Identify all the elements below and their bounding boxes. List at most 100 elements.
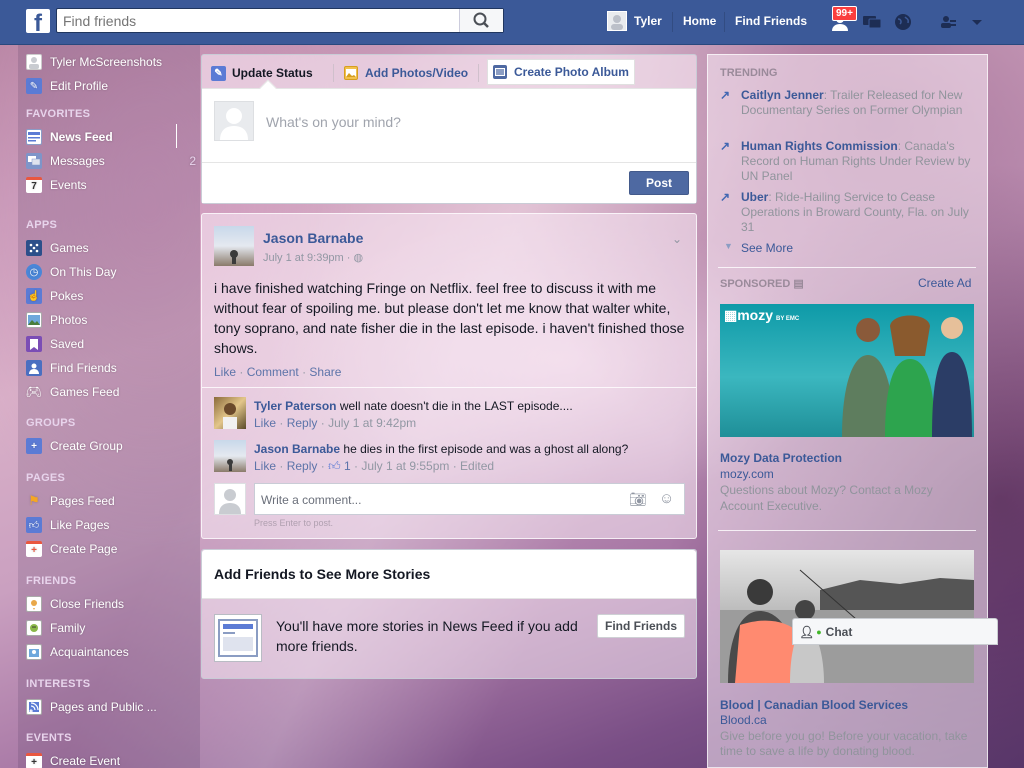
home-link[interactable]: Home [683,14,716,28]
sidebar-edit-profile[interactable]: ✎ Edit Profile [26,77,108,95]
sidebar-item-like-pages[interactable]: 👍︎ Like Pages [26,516,109,534]
composer-tab-create-album[interactable]: Create Photo Album [487,59,635,85]
messages-icon[interactable] [861,11,883,33]
chevron-down-icon: ▼ [724,241,733,251]
sidebar-item-messages[interactable]: Messages 2 [26,152,196,170]
sidebar-item-label: Pokes [50,289,84,303]
sidebar-item-close-friends[interactable]: Close Friends [26,595,124,613]
close-friends-icon [26,596,42,612]
sidebar-item-pages-feed[interactable]: ⚑ Pages Feed [26,492,115,510]
sidebar-item-on-this-day[interactable]: ◷ On This Day [26,263,116,281]
comment-button[interactable]: Comment [247,365,299,379]
sidebar-item-find-friends[interactable]: Find Friends [26,359,117,377]
trending-topic[interactable]: Uber [741,190,768,204]
trending-item[interactable]: ↗ Human Rights Commission: Canada's Reco… [720,139,980,184]
trending-arrow-icon: ↗ [720,139,731,153]
sidebar-item-create-event[interactable]: + Create Event [26,752,120,768]
search-button[interactable] [459,9,503,32]
comment-avatar[interactable] [214,397,246,429]
comment-like-count[interactable]: 1 [344,459,351,473]
sidebar-item-family[interactable]: Family [26,619,85,637]
create-ad-link[interactable]: Create Ad [918,276,971,290]
post-author-avatar[interactable] [214,226,254,266]
trending-topic[interactable]: Human Rights Commission [741,139,898,153]
events-heading: EVENTS [26,732,72,744]
comment-reply-button[interactable]: Reply [287,416,318,430]
pencil-icon: ✎ [26,78,42,94]
search-box [56,8,504,33]
like-button[interactable]: Like [214,365,236,379]
post-author-name[interactable]: Jason Barnabe [263,230,363,246]
comment-avatar[interactable] [214,440,246,472]
find-friends-button[interactable]: Find Friends [597,614,685,638]
trending-item[interactable]: ↗ Uber: Ride-Hailing Service to Cease Op… [720,190,980,235]
sidebar-item-acquaintances[interactable]: Acquaintances [26,643,129,661]
share-button[interactable]: Share [309,365,341,379]
comment-author[interactable]: Tyler Paterson [254,399,336,413]
comment-body: Tyler Paterson well nate doesn't die in … [254,399,684,413]
sidebar-item-pokes[interactable]: ☝ Pokes [26,287,83,305]
sidebar-item-label: Saved [50,337,85,351]
composer-tab-update-status[interactable]: ✎ Update Status [211,60,313,86]
comment-timestamp[interactable]: · July 1 at 9:42pm [321,416,416,430]
comment-like-button[interactable]: Like [254,416,276,430]
sidebar-item-create-group[interactable]: + Create Group [26,437,123,455]
sidebar-item-events[interactable]: 7 Events [26,176,87,194]
sidebar-item-photos[interactable]: Photos [26,311,87,329]
ad-title[interactable]: Blood | Canadian Blood Services [720,698,980,712]
sidebar-item-pages-public[interactable]: Pages and Public ... [26,698,157,716]
sidebar-item-saved[interactable]: Saved [26,335,84,353]
ad-image-blood[interactable] [720,550,974,683]
profile-avatar-icon [26,54,42,70]
comment-actions: Like · Reply · July 1 at 9:42pm [254,416,417,430]
family-icon [26,620,42,636]
sidebar-profile[interactable]: Tyler McScreenshots [26,53,162,71]
privacy-shortcuts-icon[interactable] [938,11,960,33]
pencil-icon: ✎ [211,65,226,81]
ad-description: Give before you go! Before your vacation… [720,729,968,758]
composer-avatar [214,101,254,141]
globe-icon[interactable] [892,11,914,33]
composer-tab-add-photos[interactable]: Add Photos/Video [344,60,468,86]
plus-icon: + [26,438,42,454]
settings-dropdown-icon[interactable] [966,11,988,33]
trending-topic[interactable]: Caitlyn Jenner [741,88,824,102]
sidebar-item-label: Games Feed [50,385,120,399]
post-options-icon[interactable]: ⌄ [672,232,682,246]
status-composer: ✎ Update Status Add Photos/Video Create … [201,54,697,204]
composer-input[interactable]: What's on your mind? [266,114,401,130]
find-friends-link[interactable]: Find Friends [735,14,807,28]
sidebar-item-games[interactable]: Games [26,239,89,257]
like-count-icon[interactable]: 👍︎ [328,459,341,473]
sidebar-item-news-feed[interactable]: News Feed [26,124,188,148]
comment-author[interactable]: Jason Barnabe [254,442,340,456]
sidebar-item-games-feed[interactable]: 🎮︎ Games Feed [25,383,120,401]
comment-reply-button[interactable]: Reply [287,459,318,473]
photos-icon [26,312,42,328]
sidebar-item-create-page[interactable]: + Create Page [26,540,117,558]
comment-like-button[interactable]: Like [254,459,276,473]
emoji-icon[interactable]: ☺ [659,490,674,507]
post-timestamp[interactable]: July 1 at 9:39pm · ◍ [263,251,363,264]
camera-icon[interactable]: 📷︎ [629,491,647,508]
ad-image-mozy[interactable]: ▦mozy BY EMC [720,304,974,437]
search-input[interactable] [57,9,452,32]
facebook-logo[interactable]: f [26,9,50,33]
games-icon [26,240,42,256]
poke-icon: ☝ [26,288,42,304]
gamepad-icon: 🎮︎ [25,384,43,399]
user-avatar[interactable] [607,11,627,31]
see-more-link[interactable]: ▼ See More [720,241,980,255]
add-friends-text: You'll have more stories in News Feed if… [276,618,578,654]
profile-link[interactable]: Tyler [634,14,662,28]
trending-item[interactable]: ↗ Caitlyn Jenner: Trailer Released for N… [720,88,980,118]
comment-timestamp[interactable]: · July 1 at 9:55pm · Edited [354,459,494,473]
chat-bar[interactable]: 👤︎ ● Chat [792,618,998,645]
ad-domain[interactable]: Blood.ca [720,713,980,727]
sidebar-item-label: Games [50,241,89,255]
post-button[interactable]: Post [629,171,689,195]
comment-input[interactable]: Write a comment... [261,493,361,507]
sidebar-item-label: Like Pages [50,518,110,532]
ad-domain[interactable]: mozy.com [720,467,980,481]
ad-title[interactable]: Mozy Data Protection [720,451,980,465]
